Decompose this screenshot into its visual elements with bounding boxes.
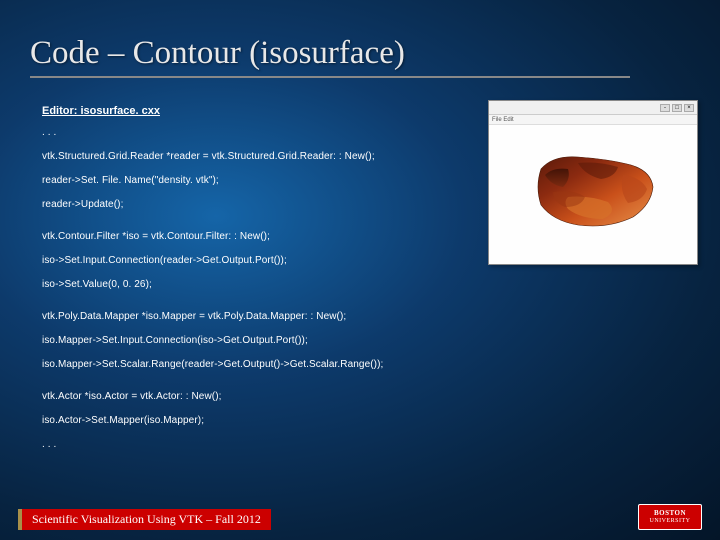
- slide-title: Code – Contour (isosurface): [30, 35, 630, 78]
- thumb-menubar: File Edit: [489, 115, 697, 125]
- code-line: vtk.Contour.Filter *iso = vtk.Contour.Fi…: [42, 229, 472, 244]
- boston-university-logo: BOSTON UNIVERSITY: [638, 504, 702, 530]
- minimize-icon: -: [660, 104, 670, 112]
- code-line: vtk.Actor *iso.Actor = vtk.Actor: : New(…: [42, 389, 472, 404]
- maximize-icon: □: [672, 104, 682, 112]
- code-line: iso.Mapper->Set.Input.Connection(iso->Ge…: [42, 333, 472, 348]
- code-line: vtk.Poly.Data.Mapper *iso.Mapper = vtk.P…: [42, 309, 472, 324]
- code-line: iso->Set.Value(0, 0. 26);: [42, 277, 472, 292]
- code-line: iso.Actor->Set.Mapper(iso.Mapper);: [42, 413, 472, 428]
- footer: Scientific Visualization Using VTK – Fal…: [18, 504, 702, 530]
- code-line: iso->Set.Input.Connection(reader->Get.Ou…: [42, 253, 472, 268]
- code-line: . . .: [42, 125, 472, 140]
- thumb-titlebar: - □ ×: [489, 101, 697, 115]
- code-line: reader->Set. File. Name("density. vtk");: [42, 173, 472, 188]
- thumb-body: [489, 125, 697, 264]
- code-line: . . .: [42, 437, 472, 452]
- code-line: vtk.Structured.Grid.Reader *reader = vtk…: [42, 149, 472, 164]
- isosurface-render: [523, 147, 663, 242]
- code-line: iso.Mapper->Set.Scalar.Range(reader->Get…: [42, 357, 472, 372]
- visualization-thumbnail: - □ × File Edit: [488, 100, 698, 265]
- code-line: reader->Update();: [42, 197, 472, 212]
- footer-label: Scientific Visualization Using VTK – Fal…: [18, 509, 271, 530]
- code-content: Editor: isosurface. cxx . . . vtk.Struct…: [42, 105, 472, 461]
- close-icon: ×: [684, 104, 694, 112]
- editor-label: Editor: isosurface. cxx: [42, 105, 472, 117]
